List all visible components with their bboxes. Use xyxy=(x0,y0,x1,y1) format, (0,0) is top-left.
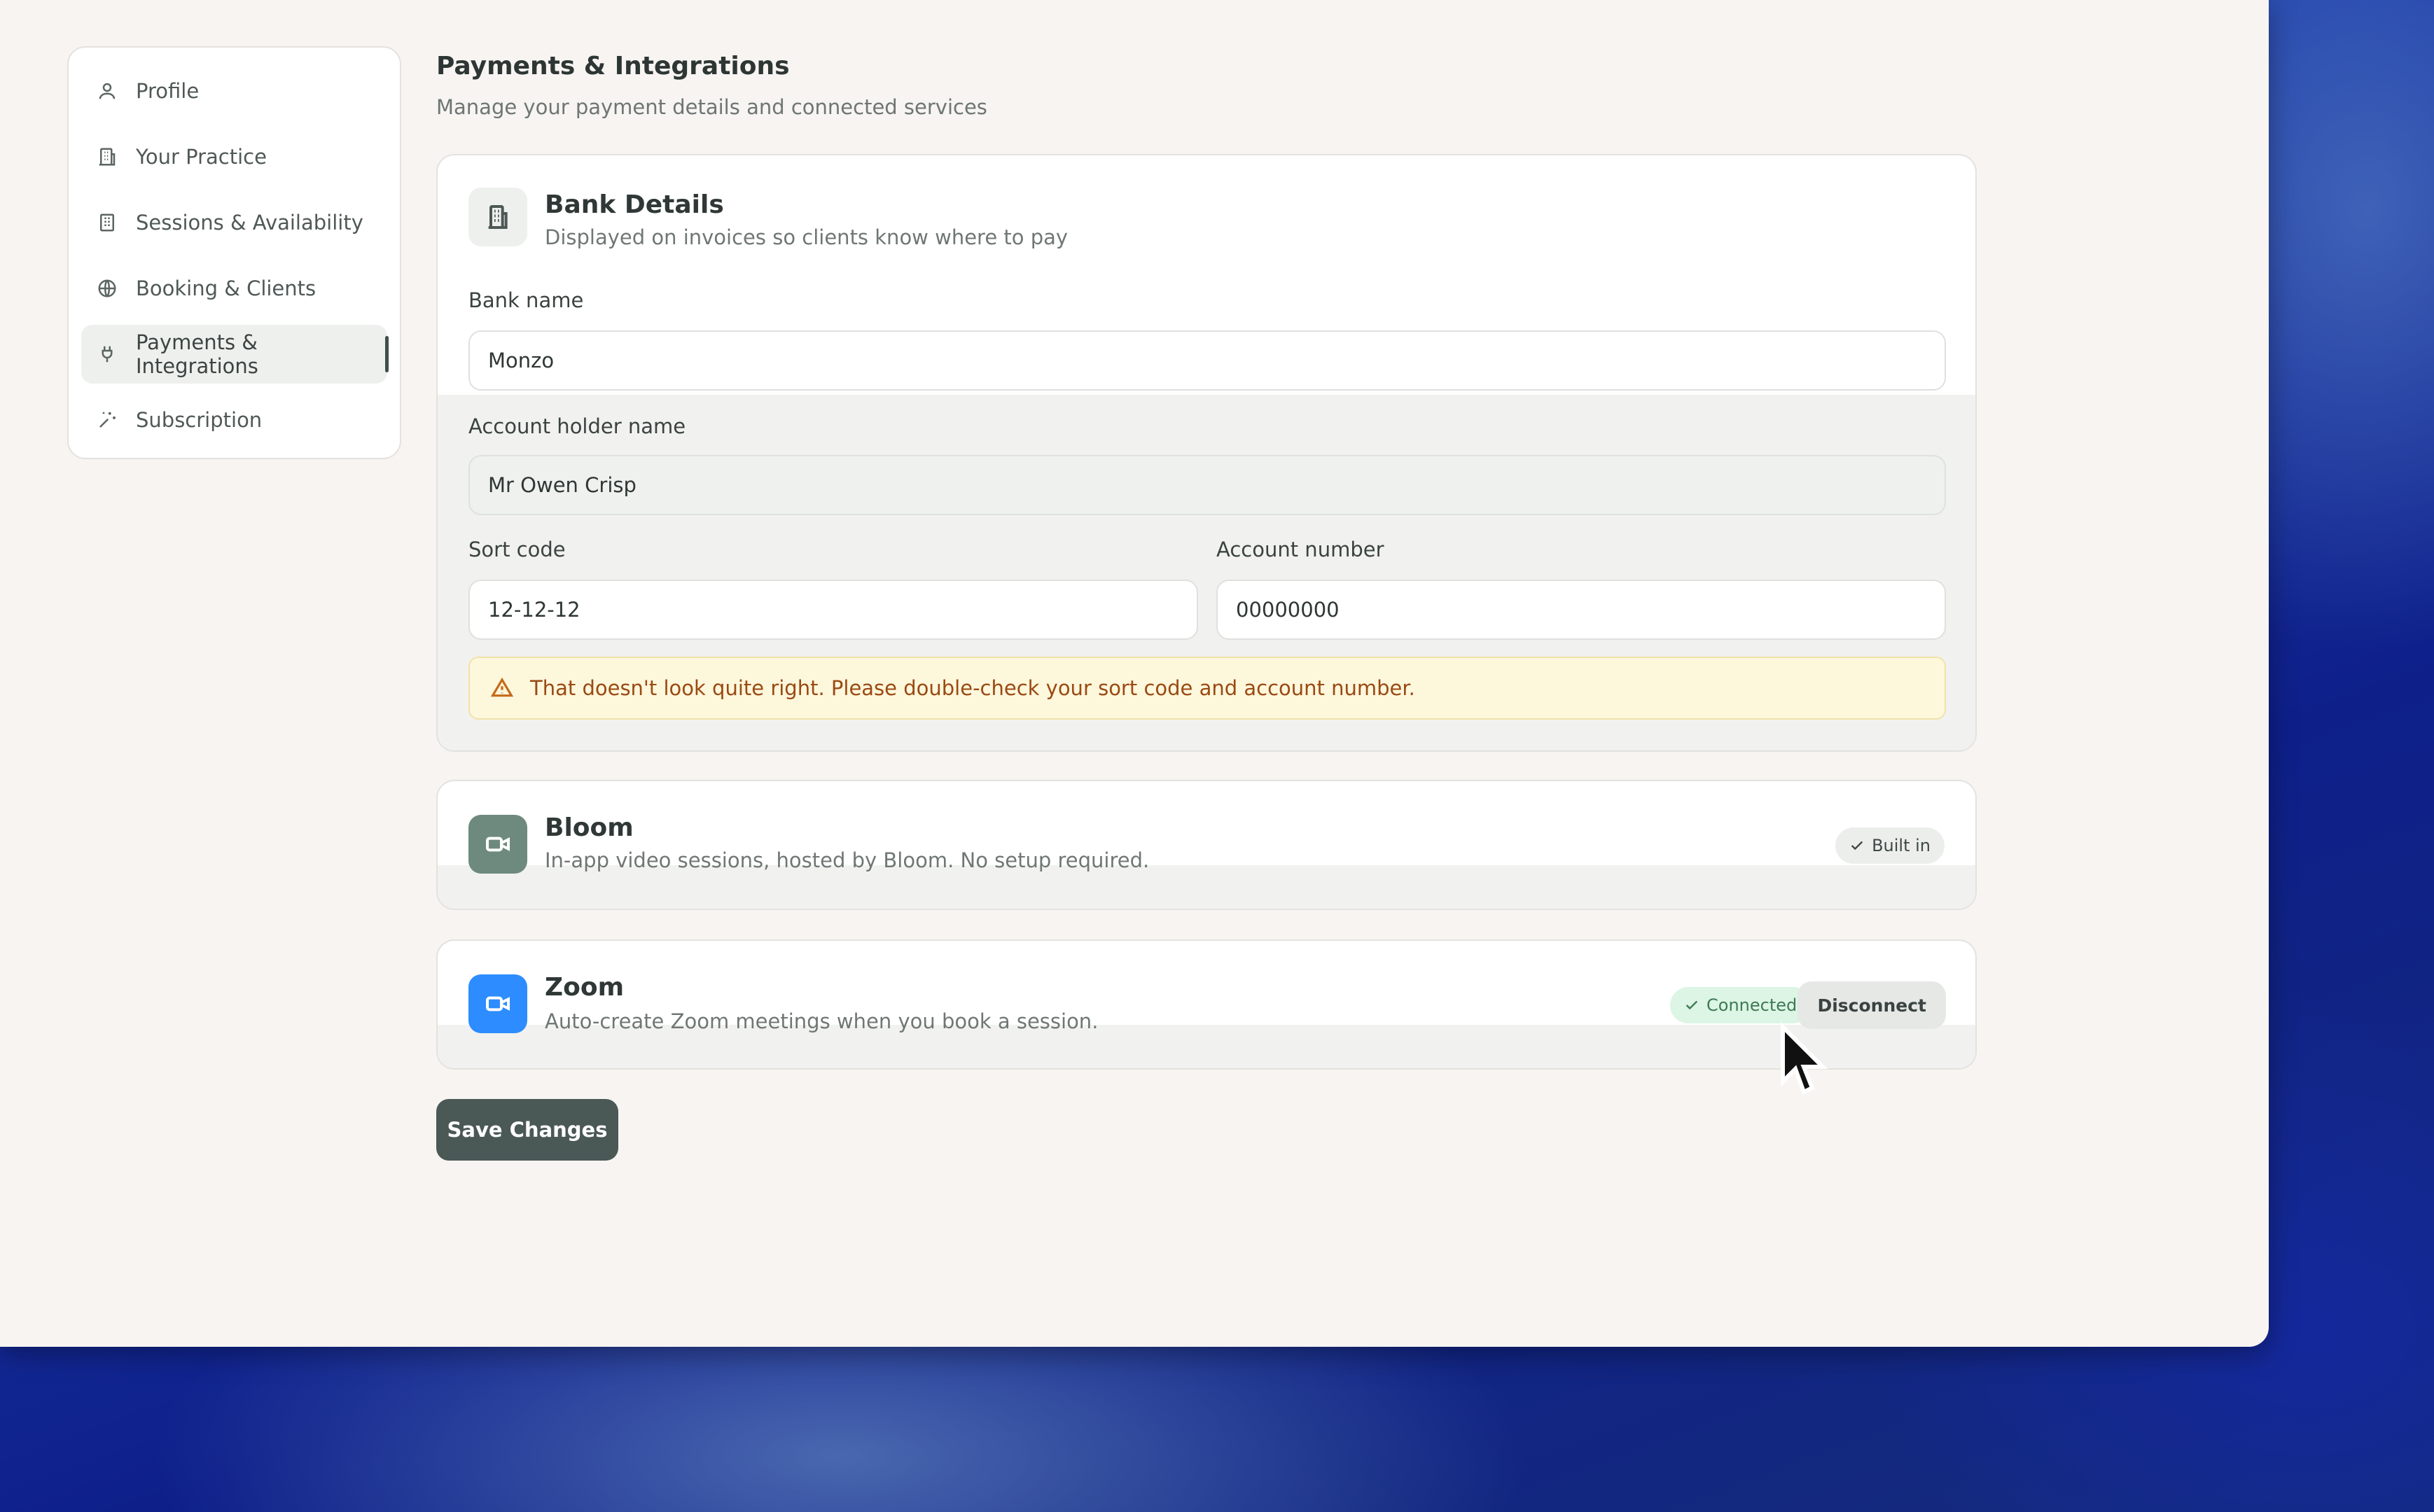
connected-status-label: Connected xyxy=(1706,995,1797,1015)
save-changes-button[interactable]: Save Changes xyxy=(436,1099,618,1161)
page-title: Payments & Integrations xyxy=(436,52,790,80)
zoom-video-icon xyxy=(468,974,527,1033)
sparkles-icon xyxy=(97,410,118,430)
sidebar-item-label: Sessions & Availability xyxy=(136,211,363,234)
sidebar-item-label: Your Practice xyxy=(136,145,267,169)
sidebar-item-label: Subscription xyxy=(136,408,263,432)
building-icon xyxy=(97,146,118,167)
bloom-subtitle: In-app video sessions, hosted by Bloom. … xyxy=(545,848,1150,872)
built-in-badge-label: Built in xyxy=(1872,836,1931,855)
bank-details-title: Bank Details xyxy=(545,190,724,219)
warning-triangle-icon xyxy=(491,677,513,697)
page-subtitle: Manage your payment details and connecte… xyxy=(436,95,987,119)
bank-details-subtitle: Displayed on invoices so clients know wh… xyxy=(545,225,1069,249)
sidebar-item-label: Payments & Integrations xyxy=(136,330,258,378)
validation-warning: That doesn't look quite right. Please do… xyxy=(468,657,1946,720)
check-icon xyxy=(1851,841,1863,850)
mouse-cursor-icon xyxy=(1781,1022,1828,1096)
sidebar-item-profile[interactable]: Profile xyxy=(81,62,387,120)
zoom-title: Zoom xyxy=(545,973,625,1002)
bank-details-card: Bank Details Displayed on invoices so cl… xyxy=(436,154,1977,752)
zoom-subtitle: Auto-create Zoom meetings when you book … xyxy=(545,1009,1099,1033)
sidebar-item-label: Booking & Clients xyxy=(136,276,317,300)
globe-icon xyxy=(97,278,118,299)
sidebar-item-label: Profile xyxy=(136,79,200,103)
zoom-integration-card: Zoom Auto-create Zoom meetings when you … xyxy=(436,939,1977,1070)
sort-code-input[interactable]: 12-12-12 xyxy=(468,580,1198,640)
video-camera-icon xyxy=(468,815,527,874)
connected-status-badge: Connected xyxy=(1670,987,1811,1023)
calendar-building-icon xyxy=(97,212,118,233)
bank-name-input[interactable]: Monzo xyxy=(468,330,1946,391)
warning-text: That doesn't look quite right. Please do… xyxy=(530,676,1415,700)
sort-code-label: Sort code xyxy=(468,538,566,561)
sidebar-item-sessions[interactable]: Sessions & Availability xyxy=(81,193,387,252)
app-window: Profile Your Practice Sessions & Availab… xyxy=(0,0,2269,1347)
account-holder-label: Account holder name xyxy=(468,414,686,438)
account-number-input[interactable]: 00000000 xyxy=(1216,580,1946,640)
account-number-label: Account number xyxy=(1216,538,1384,561)
bloom-integration-card: Bloom In-app video sessions, hosted by B… xyxy=(436,780,1977,910)
bank-name-label: Bank name xyxy=(468,288,584,312)
sidebar-item-payments[interactable]: Payments & Integrations xyxy=(81,325,389,384)
sidebar-item-booking[interactable]: Booking & Clients xyxy=(81,259,387,318)
settings-sidebar: Profile Your Practice Sessions & Availab… xyxy=(67,46,401,459)
sidebar-item-subscription[interactable]: Subscription xyxy=(81,391,387,449)
built-in-badge: Built in xyxy=(1835,827,1945,864)
user-icon xyxy=(97,80,118,102)
sidebar-item-your-practice[interactable]: Your Practice xyxy=(81,127,387,186)
plug-icon xyxy=(97,344,118,365)
check-icon xyxy=(1685,1000,1698,1010)
bank-icon xyxy=(468,188,527,246)
account-holder-input[interactable]: Mr Owen Crisp xyxy=(468,455,1946,515)
bloom-title: Bloom xyxy=(545,813,634,842)
